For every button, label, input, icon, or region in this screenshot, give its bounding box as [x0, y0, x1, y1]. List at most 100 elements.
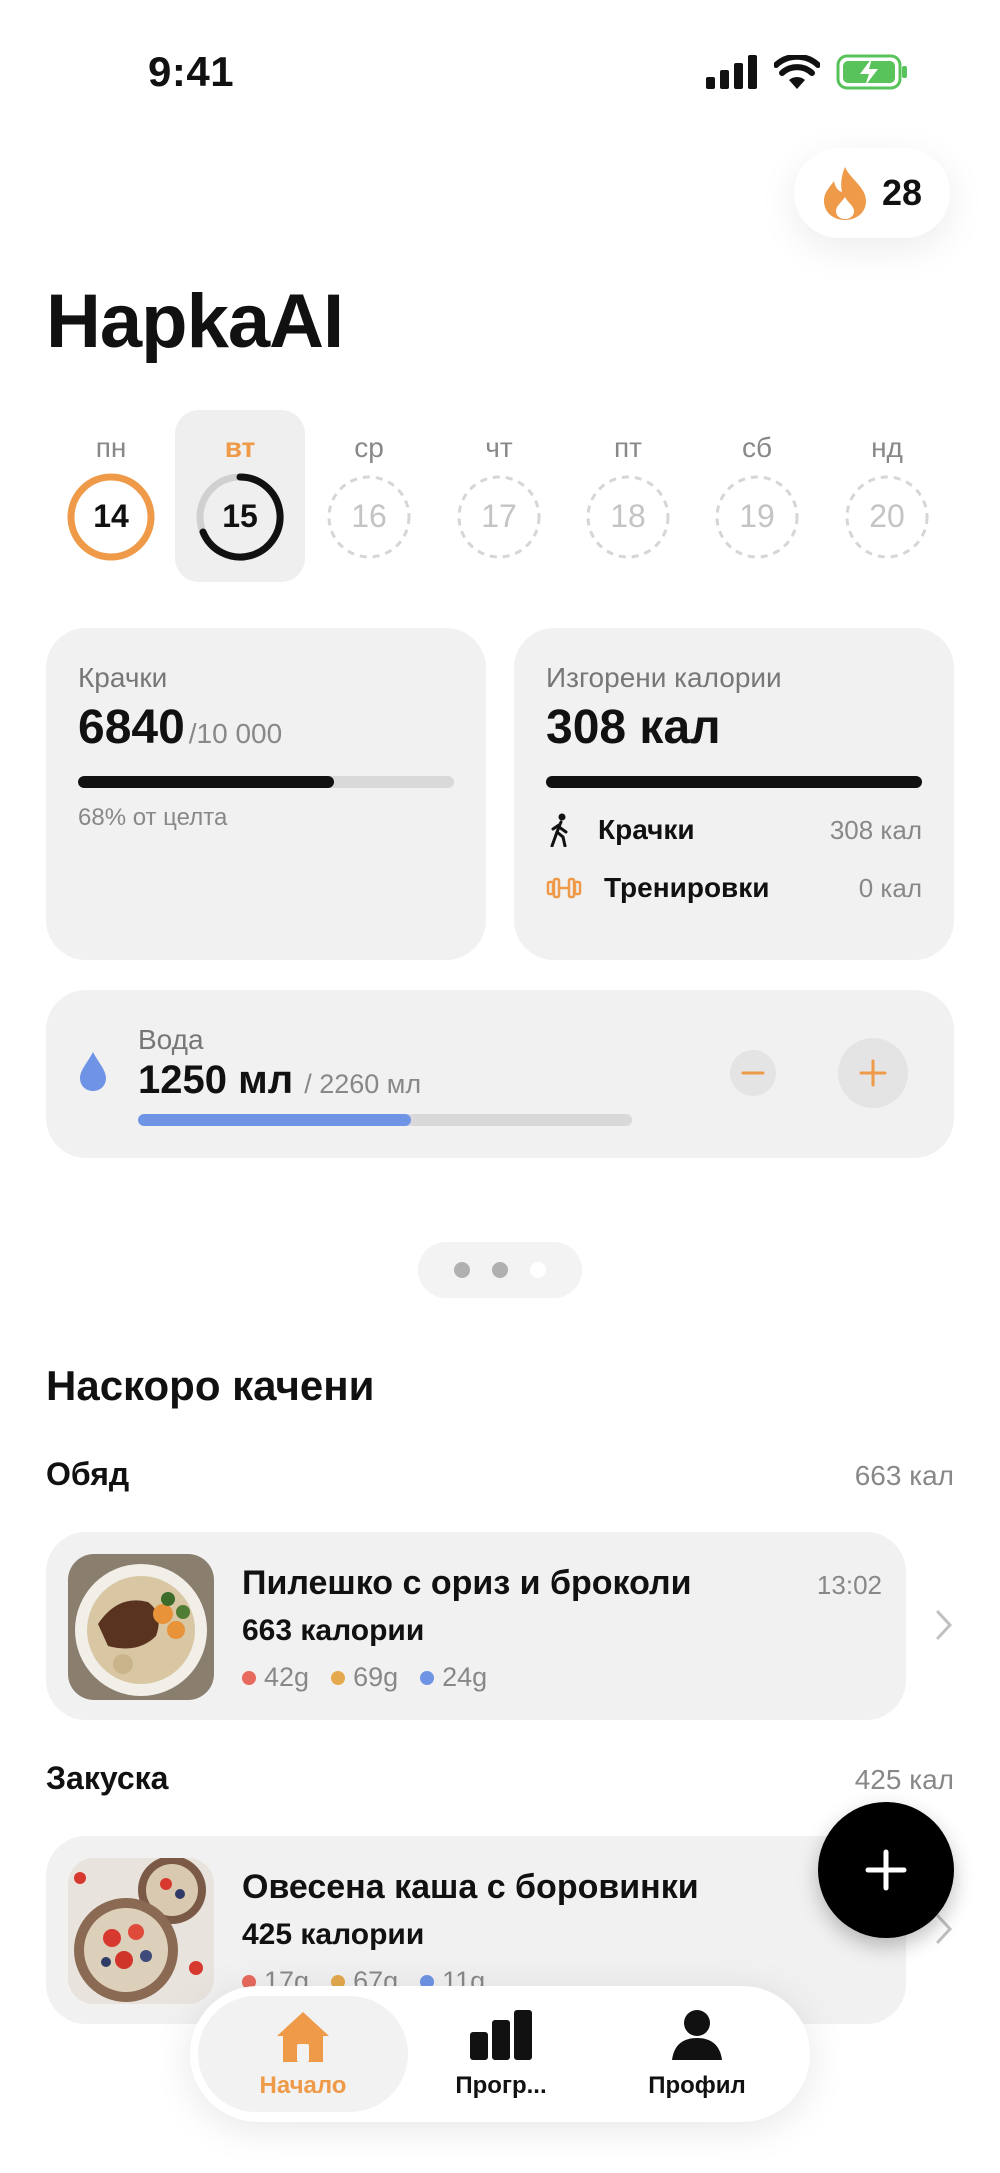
- day-number: 17: [481, 498, 517, 534]
- streak-count: 28: [882, 172, 923, 213]
- profile-icon: [672, 2010, 722, 2060]
- macro-protein-value: 42g: [264, 1662, 310, 1692]
- steps-value-line: 6840/10 000: [78, 700, 282, 755]
- calories-row-steps: Крачки 308 кал: [546, 808, 922, 852]
- steps-title: Крачки: [78, 662, 168, 693]
- battery-charging-icon: [836, 54, 907, 90]
- steps-value: 6840: [78, 701, 185, 754]
- day-number: 14: [93, 498, 129, 534]
- page-dot-active[interactable]: [530, 1262, 546, 1278]
- macro-fat-value: 24g: [442, 1662, 488, 1692]
- steps-progress-fill: [78, 776, 334, 788]
- day-mon[interactable]: пн 14: [46, 410, 176, 582]
- meal-group-kcal: 663 кал: [854, 1460, 954, 1491]
- plus-icon: [865, 1849, 907, 1891]
- meal-group-title: Обяд: [46, 1456, 130, 1492]
- water-goal: / 2260 мл: [304, 1069, 422, 1099]
- streak-badge[interactable]: 28: [794, 148, 950, 238]
- tab-label: Начало: [259, 2072, 347, 2099]
- week-strip: пн 14 вт 15 ср 16 чт 17 пт 18 сб 19 нд 2…: [46, 410, 954, 582]
- water-decrease-button[interactable]: [730, 1050, 776, 1096]
- home-icon: [277, 2012, 329, 2062]
- meal-name: Пилешко с ориз и броколи: [242, 1564, 692, 1602]
- chevron-right-icon[interactable]: [934, 1912, 954, 1946]
- calories-card[interactable]: Изгорени калории 308 кал Крачки 308 кал …: [514, 628, 954, 960]
- water-title: Вода: [138, 1024, 204, 1055]
- water-drop-icon: [80, 1052, 106, 1091]
- page-indicator[interactable]: [418, 1242, 582, 1298]
- calories-title: Изгорени калории: [546, 662, 782, 693]
- flame-icon: [824, 167, 866, 220]
- meal-time: 13:02: [816, 1570, 882, 1600]
- tab-label: Прогр...: [455, 2072, 547, 2099]
- tab-profile[interactable]: Профил: [592, 1996, 802, 2112]
- macro-fat: 24g: [420, 1662, 487, 1693]
- meal-photo-oatmeal-berries: [68, 1858, 214, 2004]
- steps-card[interactable]: Крачки 6840/10 000 68% от целта: [46, 628, 486, 960]
- day-number: 15: [222, 498, 258, 534]
- day-label: нд: [871, 432, 903, 463]
- wifi-icon: [774, 55, 820, 89]
- tab-bar: Начало Прогр... Профил: [190, 1986, 810, 2122]
- calories-row-label: Тренировки: [604, 872, 770, 903]
- dumbbell-icon: [546, 877, 582, 899]
- status-icons: [706, 54, 908, 90]
- macro-protein: 42g: [242, 1662, 309, 1693]
- water-value: 1250 мл: [138, 1058, 294, 1102]
- day-number: 18: [610, 498, 646, 534]
- calories-row-value: 308 кал: [829, 814, 922, 845]
- day-label: пн: [95, 432, 127, 463]
- day-label: вт: [224, 432, 256, 463]
- day-number: 20: [869, 498, 905, 534]
- meal-photo-chicken-rice: [68, 1554, 214, 1700]
- recent-section-title: Наскоро качени: [46, 1362, 375, 1409]
- day-sun[interactable]: нд 20: [822, 410, 952, 582]
- day-thu[interactable]: чт 17: [434, 410, 564, 582]
- steps-progress-bar: [78, 776, 454, 788]
- day-tue[interactable]: вт 15: [175, 410, 305, 582]
- water-value-line: 1250 мл / 2260 мл: [138, 1058, 421, 1103]
- chevron-right-icon[interactable]: [934, 1608, 954, 1642]
- day-label: сб: [741, 432, 773, 463]
- meal-macros: 42g 69g 24g: [242, 1662, 487, 1693]
- day-wed[interactable]: ср 16: [304, 410, 434, 582]
- plus-icon: [859, 1059, 887, 1087]
- day-number: 16: [351, 498, 387, 534]
- meal-group-kcal: 425 кал: [854, 1764, 954, 1795]
- calories-row-label: Крачки: [598, 814, 695, 845]
- day-label: ср: [354, 432, 384, 463]
- tab-progress[interactable]: Прогр...: [396, 1996, 606, 2112]
- tab-label: Профил: [648, 2072, 746, 2099]
- progress-chart-icon: [470, 2010, 532, 2060]
- meal-group-title: Закуска: [46, 1760, 169, 1796]
- status-time: 9:41: [148, 48, 235, 95]
- day-fri[interactable]: пт 18: [563, 410, 693, 582]
- meal-calories: 663 калории: [242, 1614, 425, 1647]
- day-sat[interactable]: сб 19: [692, 410, 822, 582]
- water-progress-bar: [138, 1114, 632, 1126]
- minus-icon: [741, 1071, 765, 1075]
- day-number: 19: [739, 498, 775, 534]
- macro-carbs: 69g: [331, 1662, 398, 1693]
- day-label: чт: [485, 432, 513, 463]
- meal-calories: 425 калории: [242, 1918, 425, 1951]
- tab-home[interactable]: Начало: [198, 1996, 408, 2112]
- meal-name: Овесена каша с боровинки: [242, 1868, 699, 1906]
- day-label: пт: [614, 432, 642, 463]
- calories-bar: [546, 776, 922, 788]
- calories-value: 308 кал: [546, 701, 721, 754]
- macro-carbs-value: 69g: [353, 1662, 399, 1692]
- water-progress-fill: [138, 1114, 412, 1126]
- water-increase-button[interactable]: [838, 1038, 908, 1108]
- app-title: HapkaAI: [46, 279, 344, 364]
- meal-card[interactable]: Пилешко с ориз и броколи 13:02 663 калор…: [46, 1532, 906, 1720]
- calories-row-workouts: Тренировки 0 кал: [546, 866, 922, 910]
- add-meal-button[interactable]: [818, 1802, 954, 1938]
- page-dot[interactable]: [454, 1262, 470, 1278]
- page-dot[interactable]: [492, 1262, 508, 1278]
- signal-icon: [706, 55, 757, 89]
- calories-row-value: 0 кал: [858, 872, 922, 903]
- steps-goal: /10 000: [188, 718, 283, 749]
- walking-icon: [550, 813, 568, 847]
- water-card: Вода 1250 мл / 2260 мл: [46, 990, 954, 1158]
